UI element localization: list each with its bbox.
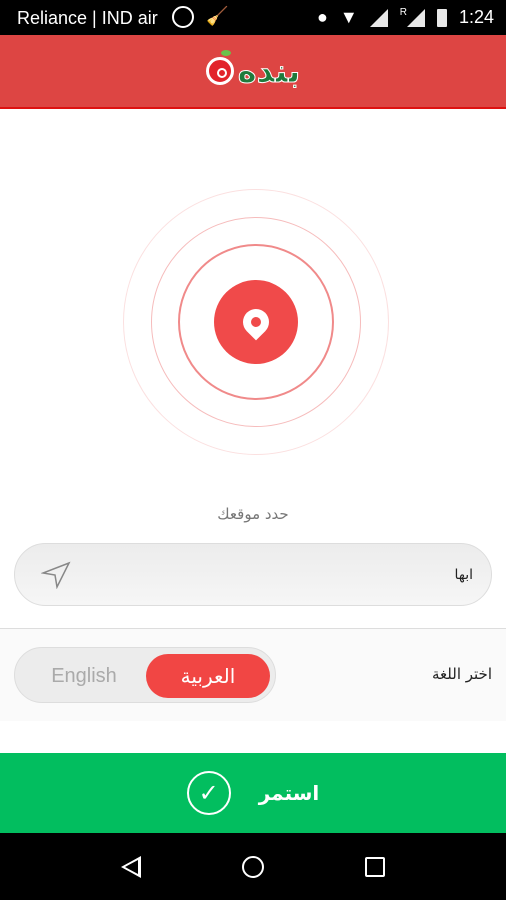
continue-button[interactable]: ✓ استمر <box>0 753 506 833</box>
cleaner-broom-icon: 🧹 <box>206 6 229 26</box>
roaming-indicator: R <box>399 7 407 18</box>
signal-roaming-icon <box>406 8 425 27</box>
continue-label: استمر <box>258 781 320 805</box>
location-pin-button[interactable] <box>214 280 298 364</box>
language-toggle[interactable]: English العربية <box>14 647 276 703</box>
navigation-arrow-icon[interactable] <box>41 561 71 589</box>
status-bar: Reliance | IND air 🧹 ● ▼ R 1:24 <box>0 0 506 35</box>
apple-icon <box>205 50 234 85</box>
language-option-arabic[interactable]: العربية <box>146 654 270 698</box>
signal-icon <box>369 8 388 27</box>
logo: بنده <box>205 50 301 91</box>
language-option-english[interactable]: English <box>23 654 145 698</box>
location-radar <box>123 189 389 455</box>
whatsapp-icon <box>172 6 194 28</box>
location-icon: ● <box>317 7 328 27</box>
back-icon[interactable] <box>120 855 141 878</box>
battery-icon <box>436 8 447 27</box>
carrier-name: Reliance | IND air <box>17 8 158 28</box>
location-prompt: حدد موقعك <box>217 505 289 523</box>
wifi-icon: ▼ <box>339 7 358 27</box>
clock: 1:24 <box>458 7 494 27</box>
app-header: بنده <box>0 35 506 109</box>
recents-icon[interactable] <box>365 856 386 877</box>
location-value: ابها <box>454 566 473 583</box>
check-icon: ✓ <box>186 771 231 815</box>
logo-text: بنده <box>237 52 301 91</box>
language-row: English العربية اختر اللغة <box>0 629 506 721</box>
navigation-bar <box>0 833 506 900</box>
location-input[interactable]: ابها <box>14 543 492 606</box>
home-icon[interactable] <box>241 855 264 878</box>
map-pin-icon <box>237 303 275 341</box>
language-label: اختر اللغة <box>432 665 492 683</box>
